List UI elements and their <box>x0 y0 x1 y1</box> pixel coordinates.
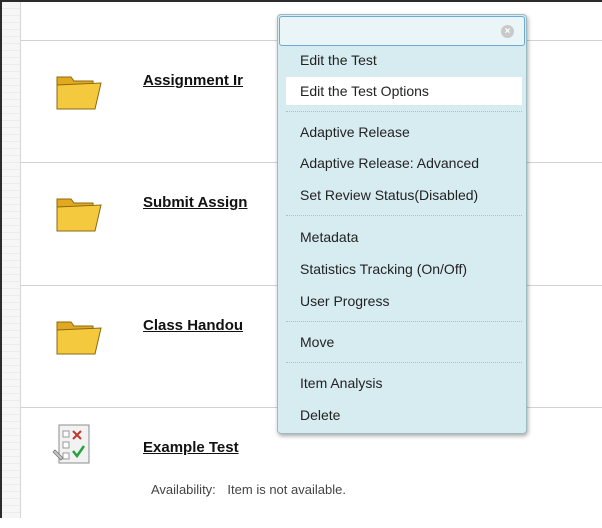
menu-item-item-analysis[interactable]: Item Analysis <box>286 369 522 397</box>
context-menu: × Edit the Test Edit the Test Options Ad… <box>277 14 527 434</box>
menu-header: × <box>279 16 525 46</box>
menu-item-delete[interactable]: Delete <box>286 401 522 429</box>
menu-item-edit-test[interactable]: Edit the Test <box>286 46 522 74</box>
close-icon[interactable]: × <box>501 25 514 38</box>
menu-separator <box>286 321 522 322</box>
folder-icon <box>56 76 102 110</box>
item-title-link[interactable]: Example Test <box>143 439 239 456</box>
menu-item-metadata[interactable]: Metadata <box>286 223 522 251</box>
menu-separator <box>286 215 522 216</box>
menu-item-edit-test-options[interactable]: Edit the Test Options <box>286 77 522 105</box>
item-title-link[interactable]: Submit Assign <box>143 194 247 211</box>
menu-separator <box>286 111 522 112</box>
availability-value: Item is not available. <box>227 482 346 497</box>
folder-icon <box>56 321 102 355</box>
item-title-link[interactable]: Class Handou <box>143 317 243 334</box>
availability-label: Availability: <box>151 482 216 497</box>
menu-item-adaptive-release[interactable]: Adaptive Release <box>286 118 522 146</box>
menu-item-adaptive-release-advanced[interactable]: Adaptive Release: Advanced <box>286 149 522 177</box>
availability-text: Availability: Item is not available. <box>151 482 346 497</box>
menu-separator <box>286 362 522 363</box>
menu-item-move[interactable]: Move <box>286 328 522 356</box>
item-title-link[interactable]: Assignment Ir <box>143 72 243 89</box>
menu-item-set-review-status[interactable]: Set Review Status(Disabled) <box>286 181 522 209</box>
folder-icon <box>56 198 102 232</box>
test-icon <box>52 424 90 464</box>
menu-item-user-progress[interactable]: User Progress <box>286 287 522 315</box>
menu-item-statistics-tracking[interactable]: Statistics Tracking (On/Off) <box>286 255 522 283</box>
left-gutter <box>2 2 21 518</box>
